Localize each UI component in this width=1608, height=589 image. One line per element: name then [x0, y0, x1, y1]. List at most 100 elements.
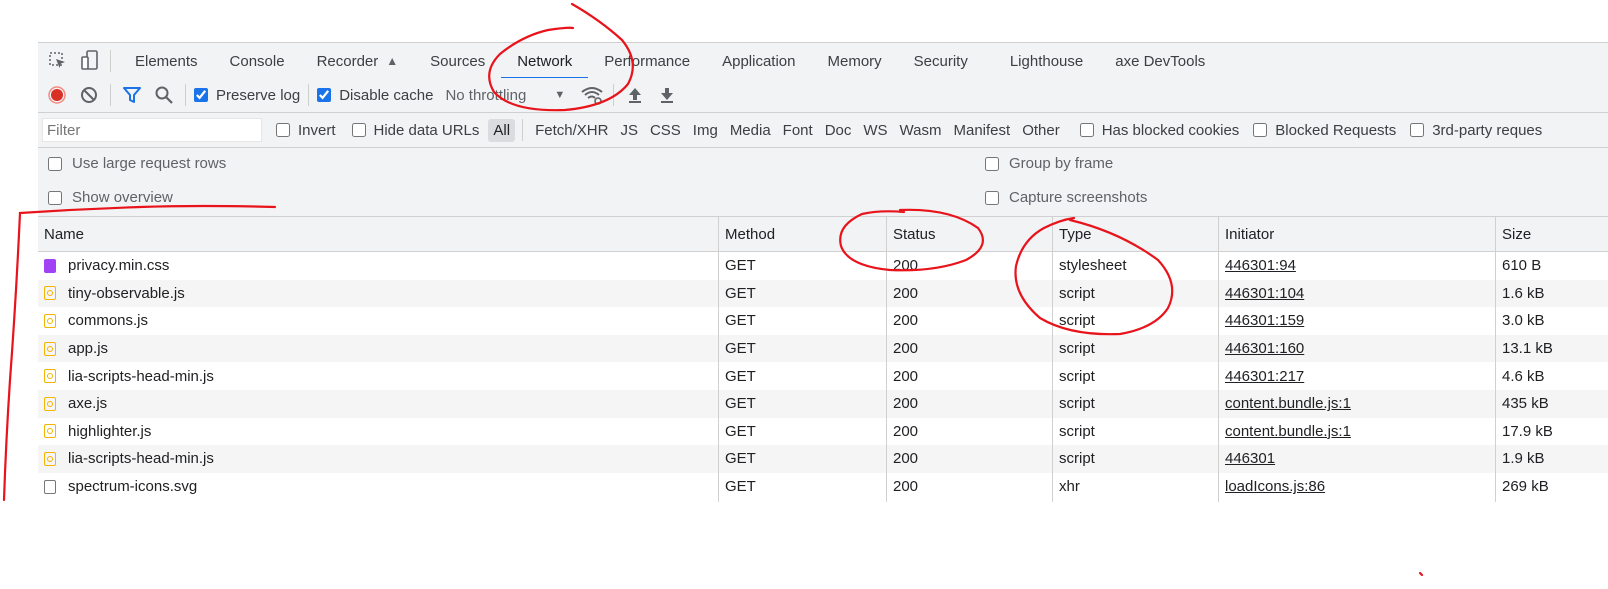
- record-button[interactable]: [44, 82, 70, 108]
- size-value: 1.9 kB: [1502, 450, 1545, 468]
- tab-elements[interactable]: Elements: [119, 43, 214, 79]
- script-file-icon: [44, 341, 56, 356]
- invert-checkbox[interactable]: Invert: [276, 122, 336, 139]
- tab-lighthouse[interactable]: Lighthouse: [994, 43, 1099, 79]
- initiator-value[interactable]: 446301:217: [1225, 368, 1304, 385]
- column-header-size[interactable]: Size: [1496, 217, 1608, 251]
- clear-icon[interactable]: [76, 82, 102, 108]
- filter-type-manifest[interactable]: Manifest: [949, 119, 1016, 142]
- name-value: spectrum-icons.svg: [68, 478, 198, 496]
- import-har-icon[interactable]: [622, 82, 648, 108]
- filter-type-img[interactable]: Img: [688, 119, 723, 142]
- initiator-value[interactable]: content.bundle.js:1: [1225, 395, 1351, 412]
- toolbar-divider: [613, 84, 615, 106]
- cell-initiator[interactable]: 446301:104: [1219, 280, 1496, 308]
- initiator-value[interactable]: 446301:159: [1225, 312, 1304, 329]
- inspect-element-icon[interactable]: [46, 49, 70, 73]
- size-value: 1.6 kB: [1502, 284, 1545, 302]
- initiator-value[interactable]: 446301:94: [1225, 257, 1296, 274]
- tab-sources[interactable]: Sources: [414, 43, 501, 79]
- tab-network[interactable]: Network: [501, 43, 589, 79]
- initiator-value[interactable]: content.bundle.js:1: [1225, 423, 1351, 440]
- table-row[interactable]: app.js GET 200 script 446301:160 13.1 kB: [38, 334, 1608, 363]
- group-by-frame-checkbox[interactable]: Group by frame: [985, 155, 1113, 172]
- cell-status: 200: [887, 418, 1053, 446]
- filter-input[interactable]: [42, 118, 262, 142]
- disable-cache-checkbox[interactable]: Disable cache: [317, 87, 433, 104]
- has-blocked-cookies-checkbox[interactable]: Has blocked cookies: [1079, 122, 1239, 139]
- cell-method: GET: [719, 390, 887, 418]
- tab-axe-devtools[interactable]: axe DevTools: [1099, 43, 1221, 79]
- column-header-initiator[interactable]: Initiator: [1219, 217, 1496, 251]
- table-row[interactable]: highlighter.js GET 200 script content.bundle…: [38, 418, 1608, 446]
- filter-type-fetch-xhr[interactable]: Fetch/XHR: [530, 119, 613, 142]
- column-header-status[interactable]: Status: [887, 217, 1053, 251]
- filter-type-css[interactable]: CSS: [645, 119, 686, 142]
- table-row[interactable]: axe.js GET 200 script content.bundle.js:1 435…: [38, 389, 1608, 418]
- filter-type-all[interactable]: All: [488, 118, 516, 142]
- tab-performance[interactable]: Performance: [588, 43, 706, 79]
- filter-type-js[interactable]: JS: [615, 119, 643, 142]
- filter-type-font[interactable]: Font: [778, 119, 818, 142]
- tab-recorder[interactable]: Recorder ▲: [301, 43, 415, 79]
- tab-application[interactable]: Application: [706, 43, 811, 79]
- table-row[interactable]: privacy.min.css GET 200 stylesheet 446301:94…: [38, 252, 1608, 280]
- cell-initiator[interactable]: 446301:159: [1219, 307, 1496, 335]
- cell-initiator[interactable]: 446301: [1219, 445, 1496, 473]
- stylesheet-file-icon: [44, 258, 56, 273]
- filter-type-media[interactable]: Media: [725, 119, 776, 142]
- initiator-value[interactable]: 446301: [1225, 450, 1275, 467]
- requests-table: Name Method Status Type Initiator Size p…: [38, 217, 1608, 500]
- table-row[interactable]: lia-scripts-head-min.js GET 200 script 44630…: [38, 445, 1608, 473]
- size-value: 269 kB: [1502, 478, 1549, 496]
- initiator-value[interactable]: loadIcons.js:86: [1225, 478, 1325, 495]
- capture-screenshots-checkbox[interactable]: Capture screenshots: [985, 189, 1147, 206]
- filter-type-wasm[interactable]: Wasm: [895, 119, 947, 142]
- script-file-icon: [44, 424, 56, 439]
- hide-data-urls-checkbox[interactable]: Hide data URLs: [351, 122, 479, 139]
- third-party-requests-checkbox[interactable]: 3rd-party reques: [1410, 122, 1542, 139]
- name-value: lia-scripts-head-min.js: [68, 450, 214, 468]
- large-request-rows-checkbox[interactable]: Use large request rows: [48, 155, 226, 172]
- script-file-icon: [44, 286, 56, 301]
- cell-initiator[interactable]: 446301:160: [1219, 335, 1496, 363]
- blocked-requests-checkbox[interactable]: Blocked Requests: [1253, 122, 1396, 139]
- initiator-value[interactable]: 446301:104: [1225, 285, 1304, 302]
- column-header-type[interactable]: Type: [1053, 217, 1219, 251]
- search-icon[interactable]: [151, 82, 177, 108]
- table-row[interactable]: tiny-observable.js GET 200 script 446301:104…: [38, 279, 1608, 308]
- cell-initiator[interactable]: 446301:94: [1219, 252, 1496, 280]
- cell-type: script: [1053, 307, 1219, 335]
- cell-name: spectrum-icons.svg: [38, 473, 719, 501]
- device-toolbar-icon[interactable]: [78, 49, 102, 73]
- cell-method: GET: [719, 280, 887, 308]
- column-header-name[interactable]: Name: [38, 217, 719, 251]
- method-value: GET: [725, 478, 756, 496]
- tab-security[interactable]: Security: [898, 43, 984, 79]
- cell-initiator[interactable]: loadIcons.js:86: [1219, 473, 1496, 501]
- network-conditions-icon[interactable]: [579, 82, 605, 108]
- size-value: 17.9 kB: [1502, 422, 1553, 440]
- tab-console[interactable]: Console: [214, 43, 301, 79]
- throttling-dropdown[interactable]: No throttling ▼: [445, 87, 565, 104]
- tab-memory[interactable]: Memory: [811, 43, 897, 79]
- table-row[interactable]: lia-scripts-head-min.js GET 200 script 44630…: [38, 362, 1608, 390]
- cell-status: 200: [887, 473, 1053, 501]
- filter-type-ws[interactable]: WS: [858, 119, 892, 142]
- network-settings-pane: Use large request rows Show overview Gro…: [38, 148, 1608, 217]
- filter-type-doc[interactable]: Doc: [820, 119, 857, 142]
- filter-funnel-icon[interactable]: [119, 82, 145, 108]
- table-row[interactable]: spectrum-icons.svg GET 200 xhr loadIcons.js:…: [38, 473, 1608, 501]
- table-row[interactable]: commons.js GET 200 script 446301:159 3.0 kB: [38, 307, 1608, 335]
- filter-type-other[interactable]: Other: [1017, 119, 1065, 142]
- cell-initiator[interactable]: content.bundle.js:1: [1219, 390, 1496, 418]
- cell-method: GET: [719, 362, 887, 390]
- initiator-value[interactable]: 446301:160: [1225, 340, 1304, 357]
- cell-initiator[interactable]: content.bundle.js:1: [1219, 418, 1496, 446]
- cell-size: 610 B: [1496, 252, 1608, 280]
- cell-initiator[interactable]: 446301:217: [1219, 362, 1496, 390]
- preserve-log-checkbox[interactable]: Preserve log: [194, 87, 300, 104]
- column-header-method[interactable]: Method: [719, 217, 887, 251]
- export-har-icon[interactable]: [654, 82, 680, 108]
- show-overview-checkbox[interactable]: Show overview: [48, 189, 173, 206]
